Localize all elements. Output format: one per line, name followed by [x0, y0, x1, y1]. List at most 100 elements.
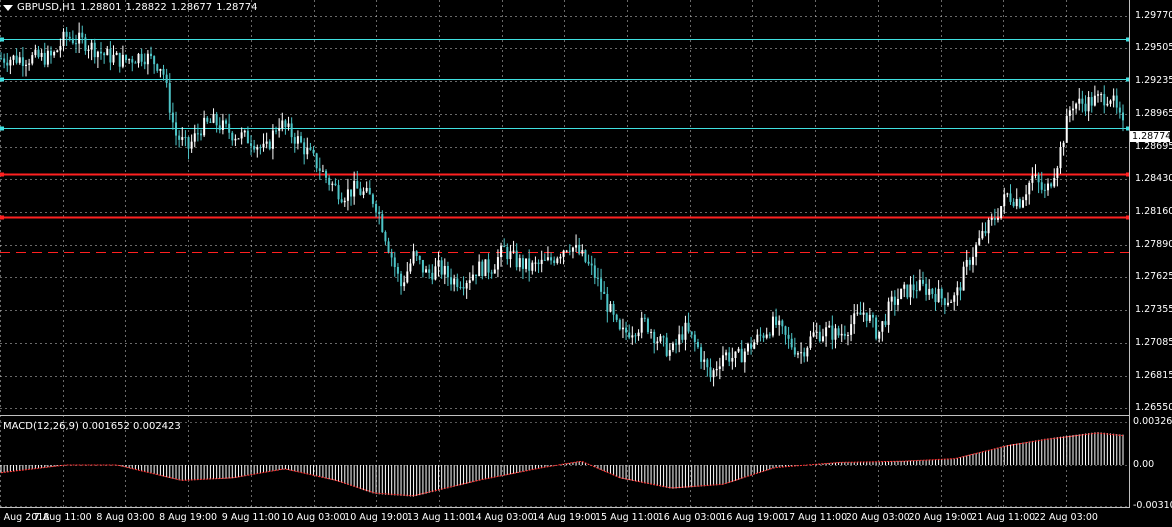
candle-body — [631, 335, 634, 338]
candle-body — [796, 353, 799, 355]
candle-body — [275, 130, 278, 132]
candle-body — [106, 48, 109, 56]
candle-body — [659, 336, 662, 342]
candle-body — [509, 251, 512, 260]
candle-body — [465, 283, 468, 289]
time-tick-label: 9 Aug 11:00 — [221, 512, 280, 523]
candle-body — [603, 291, 606, 294]
candle-body — [493, 269, 496, 274]
candle-body — [259, 147, 262, 149]
candle-body — [228, 123, 231, 133]
candle-body — [750, 343, 753, 349]
time-tick-label: 13 Aug 11:00 — [406, 512, 471, 523]
candle-body — [771, 316, 774, 336]
candle-body — [881, 321, 884, 332]
candle-body — [965, 260, 968, 267]
candle-body — [556, 258, 559, 263]
candle-body — [421, 259, 424, 273]
candle-body — [821, 336, 824, 342]
candle-body — [721, 355, 724, 367]
candle-body — [40, 52, 43, 57]
candle-body — [706, 359, 709, 368]
candle-body — [503, 246, 506, 248]
chart-menu-triangle-icon[interactable] — [3, 4, 13, 11]
candle-body — [256, 147, 259, 150]
candle-body — [915, 290, 918, 292]
candle-body — [625, 327, 628, 333]
candle-body — [471, 274, 474, 281]
candle-body — [118, 52, 121, 67]
candle-body — [934, 293, 937, 303]
candle-body — [918, 279, 921, 291]
candle-body — [896, 298, 899, 305]
candle-body — [456, 278, 459, 288]
candle-body — [390, 252, 393, 258]
candle-body — [553, 260, 556, 263]
candle-body — [975, 244, 978, 257]
candle-body — [1059, 147, 1062, 169]
candle-body — [853, 313, 856, 325]
candle-body — [1090, 97, 1093, 106]
candle-body — [243, 130, 246, 133]
candle-body — [653, 331, 656, 344]
candle-body — [1071, 108, 1074, 111]
candle-body — [968, 260, 971, 265]
candle-body — [400, 273, 403, 287]
candle-body — [621, 327, 624, 330]
candle-body — [159, 69, 162, 71]
mt4-chart-window[interactable]: GBPUSD,H1 1.28801 1.28822 1.28677 1.2877… — [0, 0, 1172, 527]
candle-body — [759, 334, 762, 336]
time-tick-label: 10 Aug 19:00 — [344, 512, 409, 523]
candle-body — [956, 287, 959, 296]
candle-body — [296, 136, 299, 144]
candle-body — [450, 277, 453, 285]
candle-body — [684, 322, 687, 340]
candle-body — [568, 250, 571, 252]
candle-body — [875, 317, 878, 339]
candle-body — [756, 334, 759, 343]
candle-body — [100, 51, 103, 54]
candle-body — [368, 187, 371, 195]
candle-body — [559, 256, 562, 259]
candle-body — [703, 359, 706, 362]
candle-body — [943, 298, 946, 306]
candle-body — [1037, 174, 1040, 183]
candle-body — [418, 256, 421, 260]
candle-body — [906, 284, 909, 298]
price-tick-label: 1.29770 — [1135, 9, 1172, 21]
candle-body — [71, 38, 74, 44]
candle-body — [312, 149, 315, 154]
candle-body — [21, 57, 24, 66]
candle-body — [715, 368, 718, 371]
candle-body — [200, 133, 203, 136]
candle-body — [878, 331, 881, 339]
candle-body — [584, 250, 587, 262]
time-tick-label: 14 Aug 03:00 — [469, 512, 534, 523]
candle-body — [1028, 182, 1031, 195]
candle-body — [209, 121, 212, 123]
candle-body — [487, 259, 490, 273]
candle-body — [646, 318, 649, 333]
candle-body — [500, 246, 503, 258]
candle-body — [225, 120, 228, 124]
candle-body — [562, 250, 565, 257]
candle-body — [1046, 183, 1049, 191]
candle-body — [728, 352, 731, 362]
candle-body — [381, 214, 384, 232]
candle-body — [859, 312, 862, 315]
candle-body — [515, 250, 518, 268]
candle-body — [1084, 103, 1087, 112]
macd-tick-label: 0.00 — [1133, 459, 1155, 470]
candle-body — [434, 266, 437, 280]
candle-body — [468, 280, 471, 284]
candle-body — [178, 135, 181, 140]
candle-body — [931, 288, 934, 294]
time-tick-label: 8 Aug 19:00 — [159, 512, 218, 523]
candle-body — [1109, 100, 1112, 104]
candle-body — [743, 351, 746, 363]
candle-body — [300, 136, 303, 143]
candle-body — [571, 247, 574, 252]
chart-canvas[interactable] — [0, 0, 1172, 527]
candle-body — [809, 336, 812, 348]
candle-body — [793, 347, 796, 355]
